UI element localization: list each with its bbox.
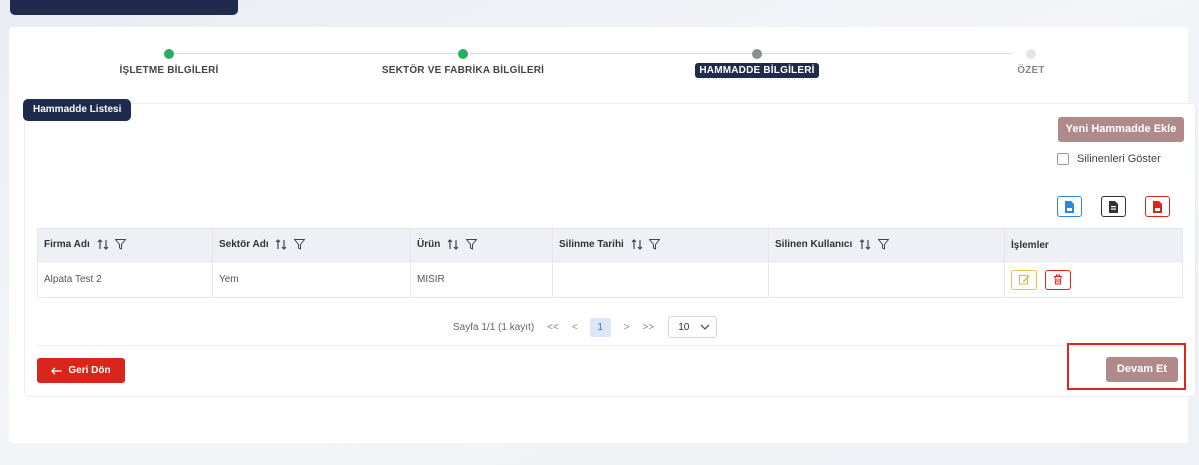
first-page-button[interactable]: << [547,322,559,333]
page-size-select[interactable]: 10 [668,316,718,338]
pagination-summary: Sayfa 1/1 (1 kayıt) [453,321,535,333]
csv-file-icon [1065,200,1074,213]
step-current-dot [752,49,762,59]
filter-icon[interactable] [877,239,889,251]
page-button-current[interactable]: 1 [589,317,611,337]
filter-icon[interactable] [294,239,306,251]
column-header-sektor[interactable]: Sektör Adı [212,228,411,262]
export-pdf-button[interactable] [1145,196,1170,217]
row-actions [1011,269,1176,290]
table-row[interactable]: Alpata Test 2 Yem MISIR [37,261,1183,298]
step-isletme[interactable]: İŞLETME BİLGİLERİ [49,47,289,78]
last-page-button[interactable]: >> [643,322,655,333]
stepper-track [169,53,1012,54]
step-complete-dot [458,49,468,59]
pdf-file-icon [1153,200,1162,213]
cell-silinen-kullanici [768,261,1005,298]
cell-sektor: Yem [212,261,411,298]
arrow-left-icon [51,366,62,375]
sort-icon[interactable] [97,239,109,251]
wizard-stepper: İŞLETME BİLGİLERİ SEKTÖR VE FABRİKA BİLG… [9,47,1188,87]
column-label: Sektör Adı [219,239,269,251]
column-header-silinme-tarihi[interactable]: Silinme Tarihi [552,228,769,262]
column-label: Silinen Kullanıcı [775,239,853,251]
delete-button[interactable] [1045,269,1071,290]
column-header-firma[interactable]: Firma Adı [37,228,213,262]
footer-divider [36,345,1184,346]
raw-material-table: Firma Adı Sektör Adı Ürün Silinme Tarihi [37,228,1183,298]
cell-firma: Alpata Test 2 [37,261,213,298]
edit-icon [1018,275,1029,285]
prev-page-button[interactable]: < [572,322,578,333]
step-hammadde[interactable]: HAMMADDE BİLGİLERİ [637,47,877,78]
table-header-row: Firma Adı Sektör Adı Ürün Silinme Tarihi [37,228,1183,262]
show-deleted-toggle[interactable]: Silinenleri Göster [1057,152,1161,166]
column-header-islemler: İşlemler [1004,228,1183,262]
step-upcoming-dot [1026,49,1036,59]
cell-silinme-tarihi [552,261,769,298]
sort-icon[interactable] [859,239,871,251]
sort-icon[interactable] [631,239,643,251]
top-header-strip [10,0,238,15]
next-page-button[interactable]: > [624,322,630,333]
export-csv-button[interactable] [1057,196,1082,217]
column-label: Firma Adı [44,239,90,251]
step-label: HAMMADDE BİLGİLERİ [695,63,819,78]
column-header-urun[interactable]: Ürün [410,228,553,262]
step-label: İŞLETME BİLGİLERİ [119,65,219,76]
continue-button[interactable]: Devam Et [1106,357,1178,382]
column-label: Ürün [417,239,441,251]
section-title: Hammadde Listesi [23,99,132,121]
cell-urun: MISIR [410,261,553,298]
filter-icon[interactable] [649,239,661,251]
back-button[interactable]: Geri Dön [37,358,125,383]
step-ozet[interactable]: ÖZET [911,47,1151,78]
show-deleted-label: Silinenleri Göster [1077,153,1161,165]
show-deleted-checkbox[interactable] [1057,153,1069,165]
back-button-label: Geri Dön [68,365,111,376]
sort-icon[interactable] [447,239,459,251]
step-label: SEKTÖR VE FABRİKA BİLGİLERİ [381,65,545,76]
file-icon [1109,200,1118,213]
sort-icon[interactable] [275,239,287,251]
cell-actions [1004,261,1183,298]
column-label: Silinme Tarihi [559,239,624,251]
step-label: ÖZET [1017,65,1045,76]
trash-icon [1054,274,1062,285]
step-sektor[interactable]: SEKTÖR VE FABRİKA BİLGİLERİ [343,47,583,78]
column-header-silinen-kullanici[interactable]: Silinen Kullanıcı [768,228,1005,262]
export-file-button[interactable] [1101,196,1126,217]
edit-button[interactable] [1011,269,1037,290]
filter-icon[interactable] [465,239,477,251]
chevron-down-icon [700,324,710,330]
filter-icon[interactable] [115,239,127,251]
column-label: İşlemler [1011,239,1049,251]
page-size-value: 10 [678,321,690,333]
step-complete-dot [164,49,174,59]
pagination: Sayfa 1/1 (1 kayıt) << < 1 > >> 10 [453,316,718,338]
add-raw-material-button[interactable]: Yeni Hammadde Ekle [1058,117,1184,142]
